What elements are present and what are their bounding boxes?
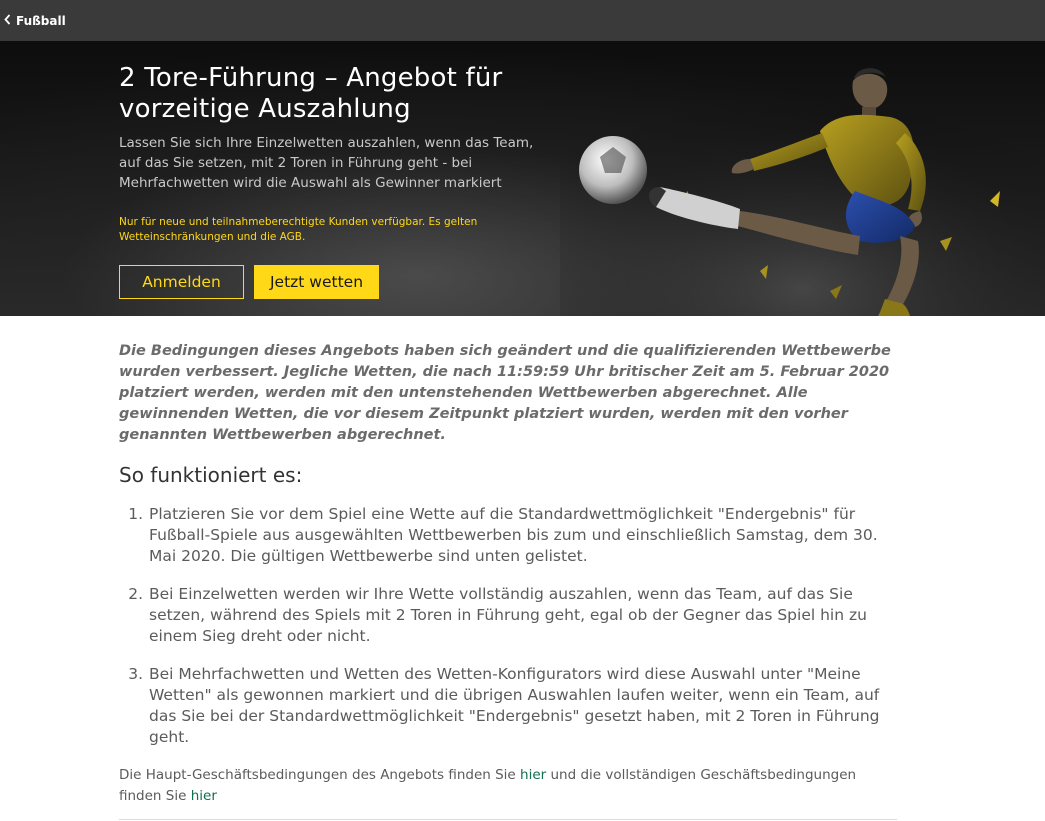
divider: [119, 819, 897, 820]
steps-heading: So funktioniert es:: [119, 463, 303, 487]
step-item: Platzieren Sie vor dem Spiel eine Wette …: [148, 504, 899, 567]
terms-footer-text: Die Haupt-Geschäftsbedingungen des Angeb…: [119, 767, 521, 783]
back-link-label: Fußball: [16, 13, 66, 28]
step-item: Bei Einzelwetten werden wir Ihre Wette v…: [148, 584, 899, 647]
terms-change-notice: Die Bedingungen dieses Angebots haben si…: [119, 343, 891, 443]
step-item: Bei Mehrfachwetten und Wetten des Wetten…: [148, 664, 899, 748]
main-terms-link[interactable]: hier: [520, 767, 546, 783]
login-button[interactable]: Anmelden: [119, 265, 244, 299]
hero-buttons: Anmelden Jetzt wetten: [119, 265, 559, 299]
hero-banner: 2 Tore-Führung – Angebot für vorzeitige …: [0, 41, 1045, 316]
hero-content: 2 Tore-Führung – Angebot für vorzeitige …: [119, 63, 559, 299]
terms-footer: Die Haupt-Geschäftsbedingungen des Angeb…: [119, 765, 899, 807]
hero-legal-text: Nur für neue und teilnahmeberechtigte Ku…: [119, 216, 478, 243]
chevron-left-icon: [4, 13, 11, 28]
hero-subtitle: Lassen Sie sich Ihre Einzelwetten auszah…: [119, 135, 534, 191]
footballer-image: [560, 41, 1045, 316]
top-bar: Fußball: [0, 0, 1045, 41]
full-terms-link[interactable]: hier: [191, 788, 217, 804]
back-link[interactable]: Fußball: [4, 14, 66, 28]
offer-content: Die Bedingungen dieses Angebots haben si…: [119, 341, 899, 820]
steps-list: Platzieren Sie vor dem Spiel eine Wette …: [119, 504, 899, 748]
hero-title: 2 Tore-Führung – Angebot für vorzeitige …: [119, 63, 503, 124]
bet-now-button[interactable]: Jetzt wetten: [254, 265, 379, 299]
